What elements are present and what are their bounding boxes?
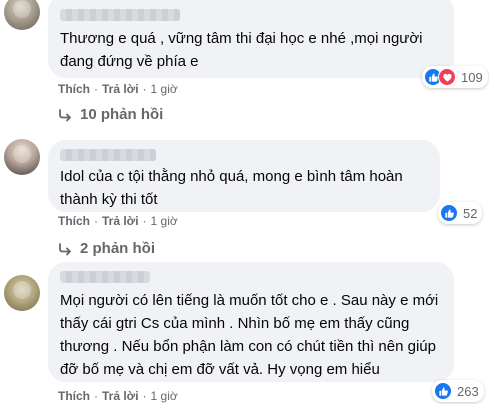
separator-dot: ·: [142, 82, 147, 96]
comment-bubble: Idol của c tội thằng nhỏ quá, mong e bìn…: [48, 140, 440, 212]
author-name-redacted[interactable]: [60, 9, 180, 21]
reply-arrow-icon: [59, 242, 71, 255]
comment-actions: Thích · Trả lời · 1 giờ: [58, 389, 178, 403]
view-replies-link[interactable]: 10 phản hồi: [58, 106, 163, 123]
replies-label: 2 phản hồi: [80, 240, 155, 257]
like-link[interactable]: Thích: [58, 82, 90, 96]
reply-link[interactable]: Trả lời: [102, 389, 139, 403]
comment-actions: Thích · Trả lời · 1 giờ: [58, 82, 178, 96]
comment-bubble: Mọi người có lên tiếng là muốn tốt cho e…: [48, 262, 454, 382]
avatar[interactable]: [4, 275, 40, 311]
reply-arrow-icon: [59, 108, 71, 121]
replies-label: 10 phản hồi: [80, 106, 164, 123]
timestamp[interactable]: 1 giờ: [151, 389, 178, 403]
timestamp[interactable]: 1 giờ: [151, 82, 178, 96]
timestamp[interactable]: 1 giờ: [151, 214, 178, 228]
like-link[interactable]: Thích: [58, 389, 90, 403]
separator-dot: ·: [94, 389, 98, 403]
reaction-summary[interactable]: 263: [432, 380, 484, 402]
separator-dot: ·: [94, 214, 98, 228]
separator-dot: ·: [142, 389, 147, 403]
author-name-redacted[interactable]: [60, 149, 156, 161]
avatar[interactable]: [4, 139, 40, 175]
reaction-count: 263: [457, 383, 479, 399]
comment-text: Thương e quá , vững tâm thi đại học e nh…: [60, 30, 423, 70]
comment-actions: Thích · Trả lời · 1 giờ: [58, 214, 178, 228]
separator-dot: ·: [142, 214, 147, 228]
reply-link[interactable]: Trả lời: [102, 214, 139, 228]
reaction-count: 109: [461, 69, 483, 85]
like-icon: [440, 204, 458, 222]
like-icon: [434, 382, 452, 400]
avatar[interactable]: [4, 0, 40, 30]
comment-text: Idol của c tội thằng nhỏ quá, mong e bìn…: [60, 168, 403, 208]
separator-dot: ·: [94, 82, 98, 96]
reaction-count: 52: [463, 205, 478, 221]
reply-link[interactable]: Trả lời: [102, 82, 139, 96]
author-name-redacted[interactable]: [60, 271, 150, 283]
reaction-summary[interactable]: 109: [422, 66, 488, 88]
comment-text: Mọi người có lên tiếng là muốn tốt cho e…: [60, 292, 439, 378]
like-link[interactable]: Thích: [58, 214, 90, 228]
love-icon: [438, 68, 456, 86]
comment-bubble: Thương e quá , vững tâm thi đại học e nh…: [48, 0, 454, 78]
view-replies-link[interactable]: 2 phản hồi: [58, 240, 155, 257]
reaction-summary[interactable]: 52: [438, 202, 483, 224]
